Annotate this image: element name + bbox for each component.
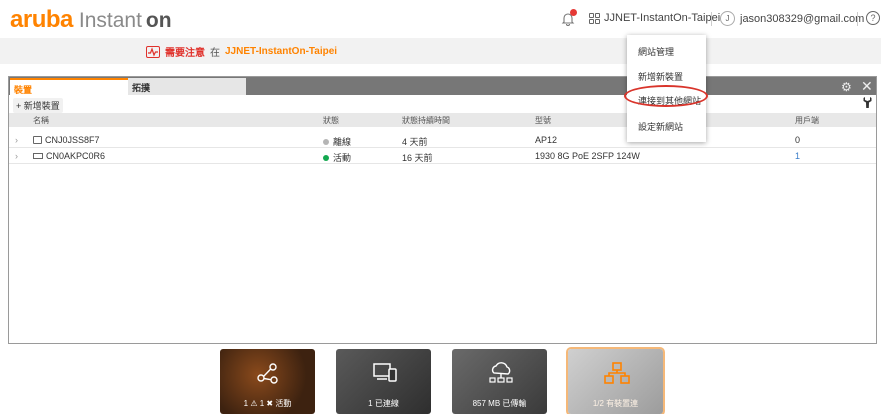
- device-name-cell: CNJ0JSS8F7: [33, 135, 100, 145]
- sites-grid-icon: [589, 12, 600, 24]
- tab-topology[interactable]: 拓撲: [128, 78, 246, 95]
- expand-chevron-icon[interactable]: ›: [15, 135, 18, 145]
- table-header: 名稱 狀態 狀態持續時間 型號 用戶端: [9, 113, 876, 127]
- tile-usage-label: 857 MB 已傳輸: [472, 399, 527, 408]
- duration-cell: 4 天前: [402, 137, 428, 147]
- status-online-icon: [323, 155, 329, 161]
- tab-devices[interactable]: 裝置: [10, 78, 128, 95]
- menu-item-site-management[interactable]: 網站管理: [638, 45, 674, 58]
- wrench-icon[interactable]: [863, 97, 872, 111]
- top-header: aruba Instant on JJNET-InstantOn-Taipei …: [0, 0, 881, 38]
- device-name-cell: CN0AKPC0R6: [33, 151, 105, 161]
- model-cell: 1930 8G PoE 2SFP 124W: [535, 151, 640, 161]
- tile-network-health[interactable]: 1 ⚠ 1 ✖ 活動: [220, 349, 315, 414]
- health-pulse-icon: [146, 45, 160, 58]
- menu-item-setup-new-site[interactable]: 設定新網站: [638, 120, 683, 133]
- account-email: jason308329@gmail.com: [740, 12, 865, 25]
- notification-badge: [570, 9, 577, 16]
- add-device-button[interactable]: + 新增裝置: [13, 98, 63, 113]
- site-selector[interactable]: JJNET-InstantOn-Taipei: [589, 12, 720, 24]
- access-point-icon: [33, 136, 42, 144]
- column-header-name[interactable]: 名稱: [33, 115, 49, 126]
- settings-gear-icon[interactable]: ⚙: [841, 80, 852, 94]
- device-name: CNJ0JSS8F7: [45, 135, 100, 145]
- cloud-network-icon: [489, 362, 513, 383]
- status-cell: 活動: [323, 151, 351, 164]
- status-text: 離線: [333, 137, 352, 147]
- table-row[interactable]: › CNJ0JSS8F7 離線 4 天前 AP12 0: [9, 132, 876, 148]
- help-icon[interactable]: ?: [866, 11, 880, 25]
- tile-inventory[interactable]: 1/2 有裝置連: [568, 349, 663, 414]
- alert-label: 需要注意: [165, 48, 205, 59]
- alert-bar: 需要注意 在 JJNET-InstantOn-Taipei: [0, 38, 881, 64]
- clients-cell: 0: [795, 135, 801, 145]
- column-header-model[interactable]: 型號: [535, 115, 551, 126]
- header-divider: [857, 12, 858, 26]
- status-offline-icon: [323, 139, 329, 145]
- logo-brand: aruba: [10, 6, 73, 33]
- highlight-circle: [624, 85, 708, 107]
- inventory-panel: 裝置 拓撲 ⚙ ✕ + 新增裝置 名稱 狀態 狀態持續時間 型號 用戶端 › C…: [8, 76, 877, 344]
- header-divider: [711, 12, 712, 26]
- avatar: J: [720, 11, 735, 26]
- toolbar: + 新增裝置: [9, 95, 876, 113]
- tile-clients[interactable]: 1 已連線: [336, 349, 431, 414]
- device-name: CN0AKPC0R6: [46, 151, 106, 161]
- tile-inventory-label: 1/2 有裝置連: [592, 399, 639, 408]
- logo-on: on: [145, 9, 172, 32]
- devices-icon: [373, 363, 397, 382]
- account-menu[interactable]: J jason308329@gmail.com: [720, 11, 864, 26]
- tile-network-health-label: 1 ⚠ 1 ✖ 活動: [243, 399, 292, 408]
- attention-alert[interactable]: 需要注意 在 JJNET-InstantOn-Taipei: [146, 44, 337, 59]
- close-icon[interactable]: ✕: [861, 78, 873, 95]
- duration-cell: 16 天前: [402, 153, 433, 163]
- column-header-duration[interactable]: 狀態持續時間: [402, 115, 450, 126]
- column-header-status[interactable]: 狀態: [323, 115, 339, 126]
- tile-clients-label: 1 已連線: [368, 399, 399, 408]
- alert-site-link[interactable]: JJNET-InstantOn-Taipei: [225, 46, 337, 57]
- status-cell: 離線: [323, 135, 351, 148]
- logo-product: Instant: [78, 9, 142, 32]
- clients-link[interactable]: 1: [795, 151, 800, 161]
- expand-chevron-icon[interactable]: ›: [15, 151, 18, 161]
- menu-item-add-device[interactable]: 新增新裝置: [638, 70, 683, 83]
- network-hierarchy-icon: [604, 362, 630, 384]
- tab-bar: 裝置 拓撲 ⚙ ✕: [9, 77, 876, 95]
- table-row[interactable]: › CN0AKPC0R6 活動 16 天前 1930 8G PoE 2SFP 1…: [9, 148, 876, 164]
- switch-icon: [33, 153, 43, 159]
- site-selector-label: JJNET-InstantOn-Taipei: [604, 12, 721, 24]
- column-header-clients[interactable]: 用戶端: [795, 115, 819, 126]
- model-cell: AP12: [535, 135, 558, 145]
- network-topology-icon: [257, 363, 278, 384]
- status-text: 活動: [333, 153, 352, 163]
- tile-usage[interactable]: 857 MB 已傳輸: [452, 349, 547, 414]
- alert-in-text: 在: [210, 48, 220, 59]
- aruba-instant-on-logo[interactable]: aruba Instant on: [10, 6, 172, 33]
